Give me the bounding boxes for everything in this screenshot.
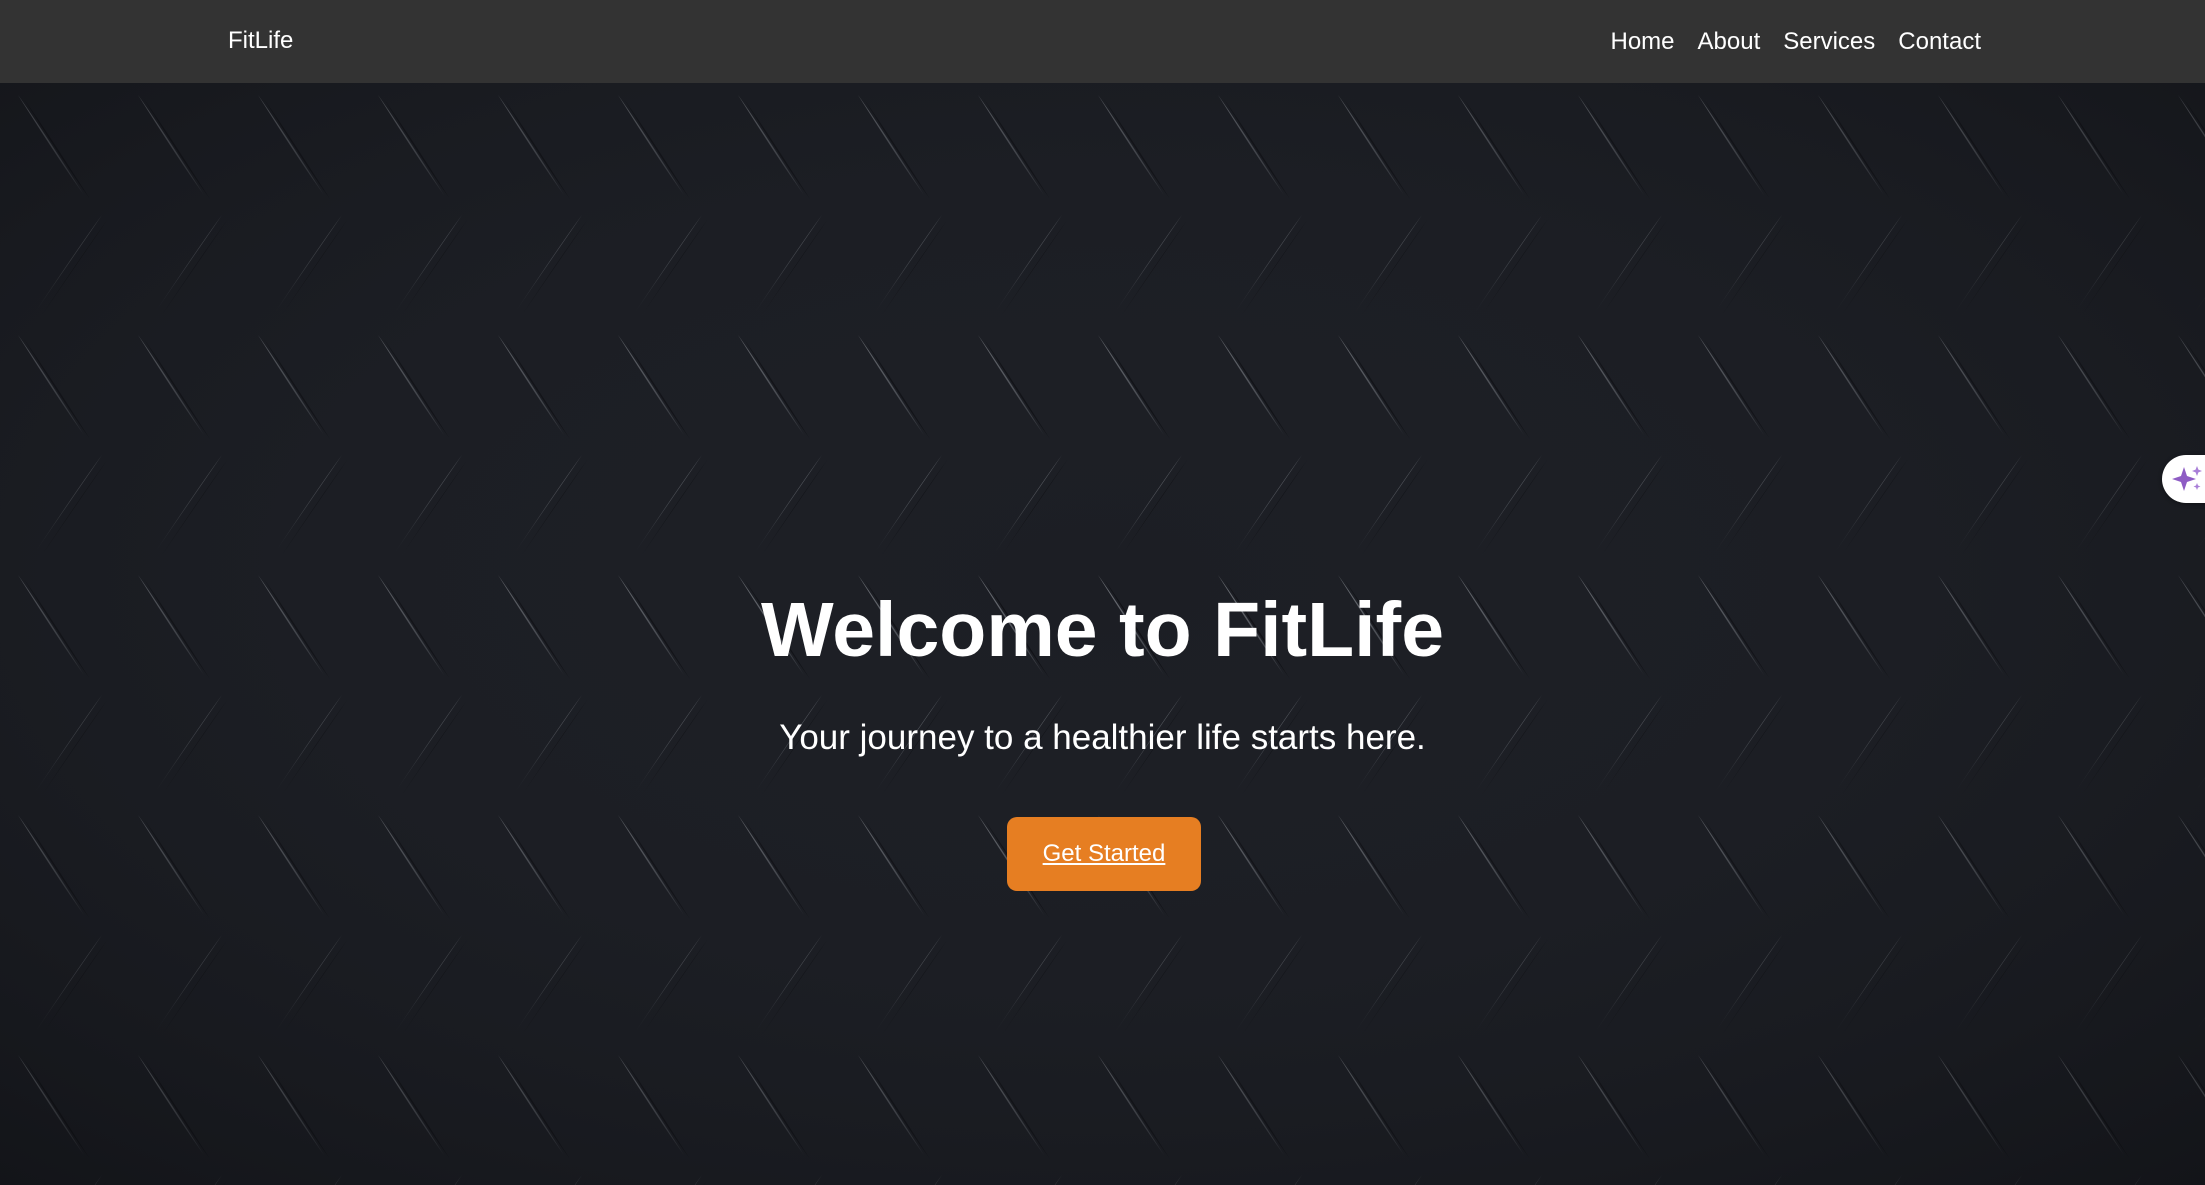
assistant-launcher-button[interactable]: [2162, 455, 2205, 503]
nav-links: Home About Services Contact: [1611, 0, 1982, 83]
get-started-button[interactable]: Get Started: [1007, 817, 1201, 891]
nav-link-contact[interactable]: Contact: [1898, 28, 1981, 56]
nav-link-about[interactable]: About: [1698, 28, 1761, 56]
navbar: FitLife Home About Services Contact: [0, 0, 2205, 83]
sparkle-icon: [2172, 466, 2202, 491]
hero-section: Welcome to FitLife Your journey to a hea…: [0, 83, 2205, 1185]
hero-title: Welcome to FitLife: [760, 587, 1445, 673]
hero-subtitle: Your journey to a healthier life starts …: [779, 718, 1426, 757]
nav-link-home[interactable]: Home: [1611, 28, 1675, 56]
brand-logo-link[interactable]: FitLife: [228, 0, 293, 83]
nav-link-services[interactable]: Services: [1783, 28, 1875, 56]
